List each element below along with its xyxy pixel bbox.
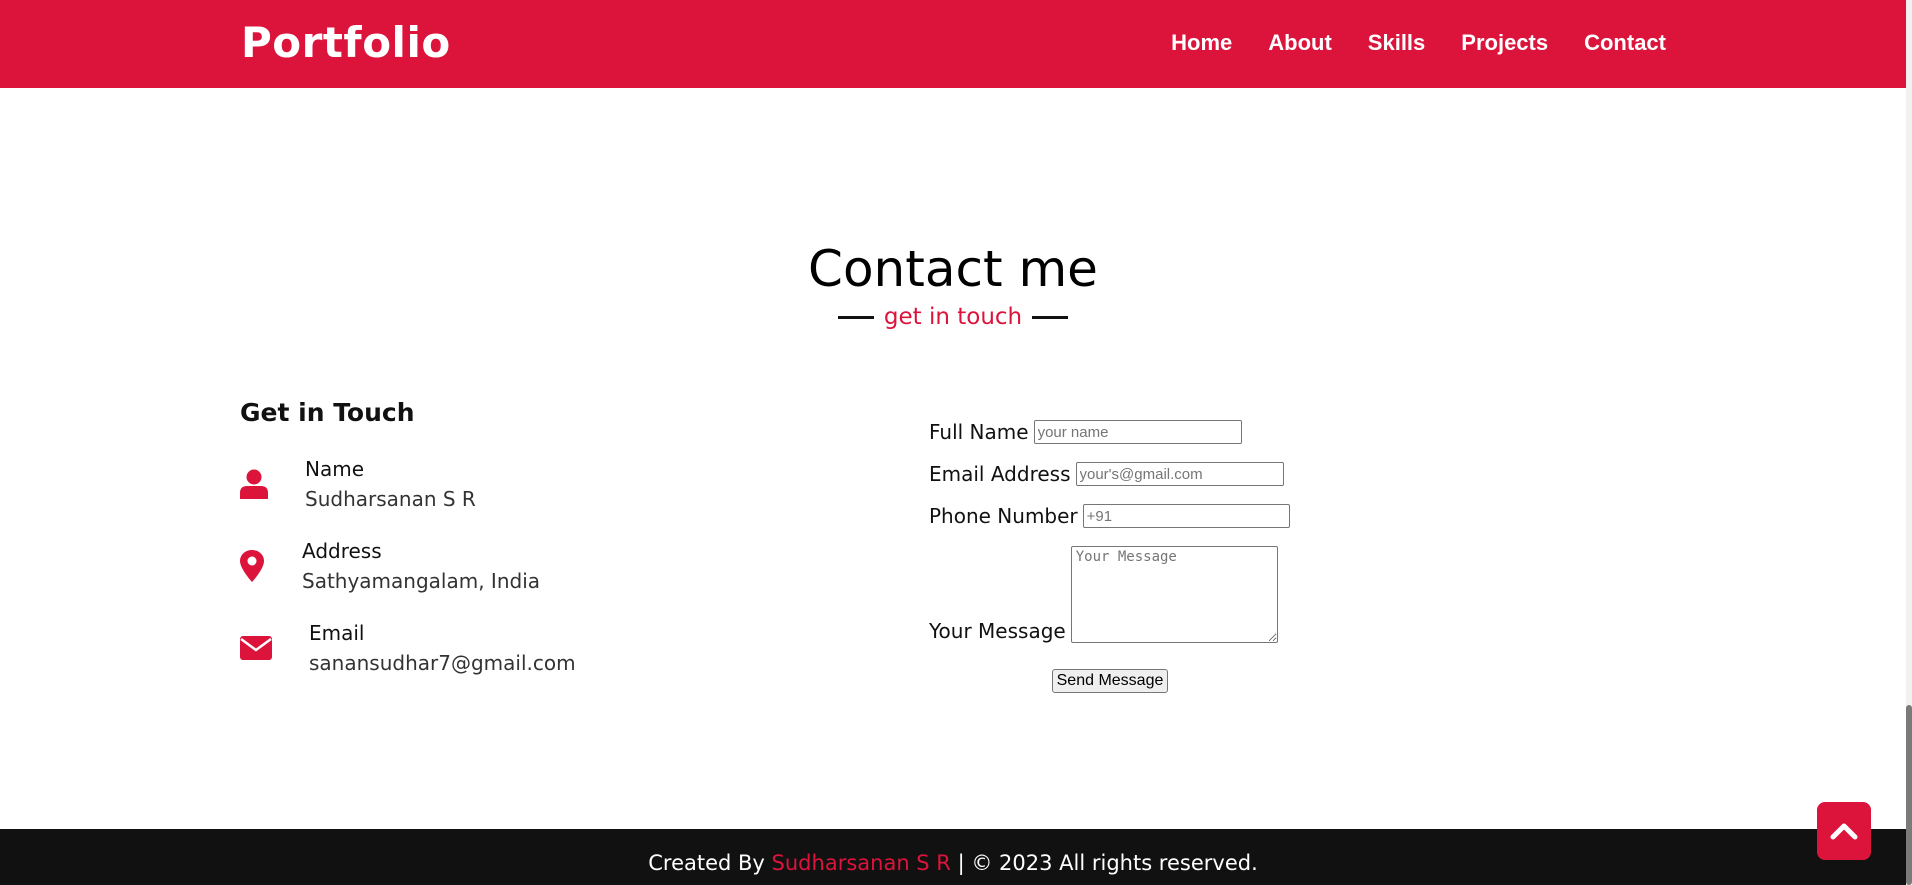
footer-author-link[interactable]: Sudharsanan S R <box>772 851 951 875</box>
section-subtitle: get in touch <box>0 304 1906 330</box>
info-text: Email sanansudhar7@gmail.com <box>309 621 576 675</box>
footer-prefix: Created By <box>648 851 765 875</box>
phone-input[interactable] <box>1082 504 1290 528</box>
user-icon <box>240 469 305 499</box>
info-value: Sudharsanan S R <box>305 487 476 511</box>
phone-row: Phone Number <box>929 504 1429 528</box>
nav-menu: Home About Skills Projects Contact <box>1171 30 1666 56</box>
brand-logo[interactable]: Portfolio <box>241 18 451 67</box>
info-item-name: Name Sudharsanan S R <box>240 457 840 511</box>
footer-copyright: | © 2023 All rights reserved. <box>957 851 1258 875</box>
info-label: Email <box>309 621 365 645</box>
subtitle-line-left <box>837 315 874 319</box>
nav-link-projects[interactable]: Projects <box>1461 30 1548 56</box>
nav-link-skills[interactable]: Skills <box>1368 30 1425 56</box>
footer: Created By Sudharsanan S R | © 2023 All … <box>0 829 1906 885</box>
envelope-icon <box>240 636 309 660</box>
full-name-row: Full Name <box>929 420 1429 444</box>
send-message-button[interactable]: Send Message <box>1052 669 1168 693</box>
info-value: sanansudhar7@gmail.com <box>309 651 576 675</box>
nav-link-home[interactable]: Home <box>1171 30 1232 56</box>
nav-link-contact[interactable]: Contact <box>1584 30 1666 56</box>
subtitle-line-right <box>1032 315 1069 319</box>
navbar: Portfolio Home About Skills Projects Con… <box>0 0 1906 88</box>
subtitle-text: get in touch <box>883 304 1023 330</box>
contact-info: Get in Touch Name Sudharsanan S R Addres… <box>240 398 840 703</box>
message-textarea[interactable] <box>1070 546 1278 643</box>
scrollbar-thumb[interactable] <box>1906 705 1912 885</box>
nav-link-about[interactable]: About <box>1268 30 1332 56</box>
message-row: Your Message <box>929 546 1429 643</box>
info-label: Address <box>302 539 382 563</box>
email-label: Email Address <box>929 462 1071 486</box>
scroll-to-top-button[interactable] <box>1817 802 1871 860</box>
chevron-up-icon <box>1830 823 1858 840</box>
map-marker-icon <box>240 550 302 582</box>
info-text: Address Sathyamangalam, India <box>302 539 540 593</box>
info-text: Name Sudharsanan S R <box>305 457 476 511</box>
info-label: Name <box>305 457 365 481</box>
scrollbar-track[interactable] <box>1906 0 1912 885</box>
full-name-input[interactable] <box>1033 420 1242 444</box>
info-item-address: Address Sathyamangalam, India <box>240 539 840 593</box>
phone-label: Phone Number <box>929 504 1078 528</box>
email-input[interactable] <box>1075 462 1284 486</box>
info-item-email: Email sanansudhar7@gmail.com <box>240 621 840 675</box>
message-label: Your Message <box>929 619 1066 643</box>
section-title: Contact me <box>808 240 1098 298</box>
full-name-label: Full Name <box>929 420 1029 444</box>
info-value: Sathyamangalam, India <box>302 569 541 593</box>
contact-form: Full Name Email Address Phone Number You… <box>929 420 1429 693</box>
info-heading: Get in Touch <box>240 398 415 427</box>
email-row: Email Address <box>929 462 1429 486</box>
